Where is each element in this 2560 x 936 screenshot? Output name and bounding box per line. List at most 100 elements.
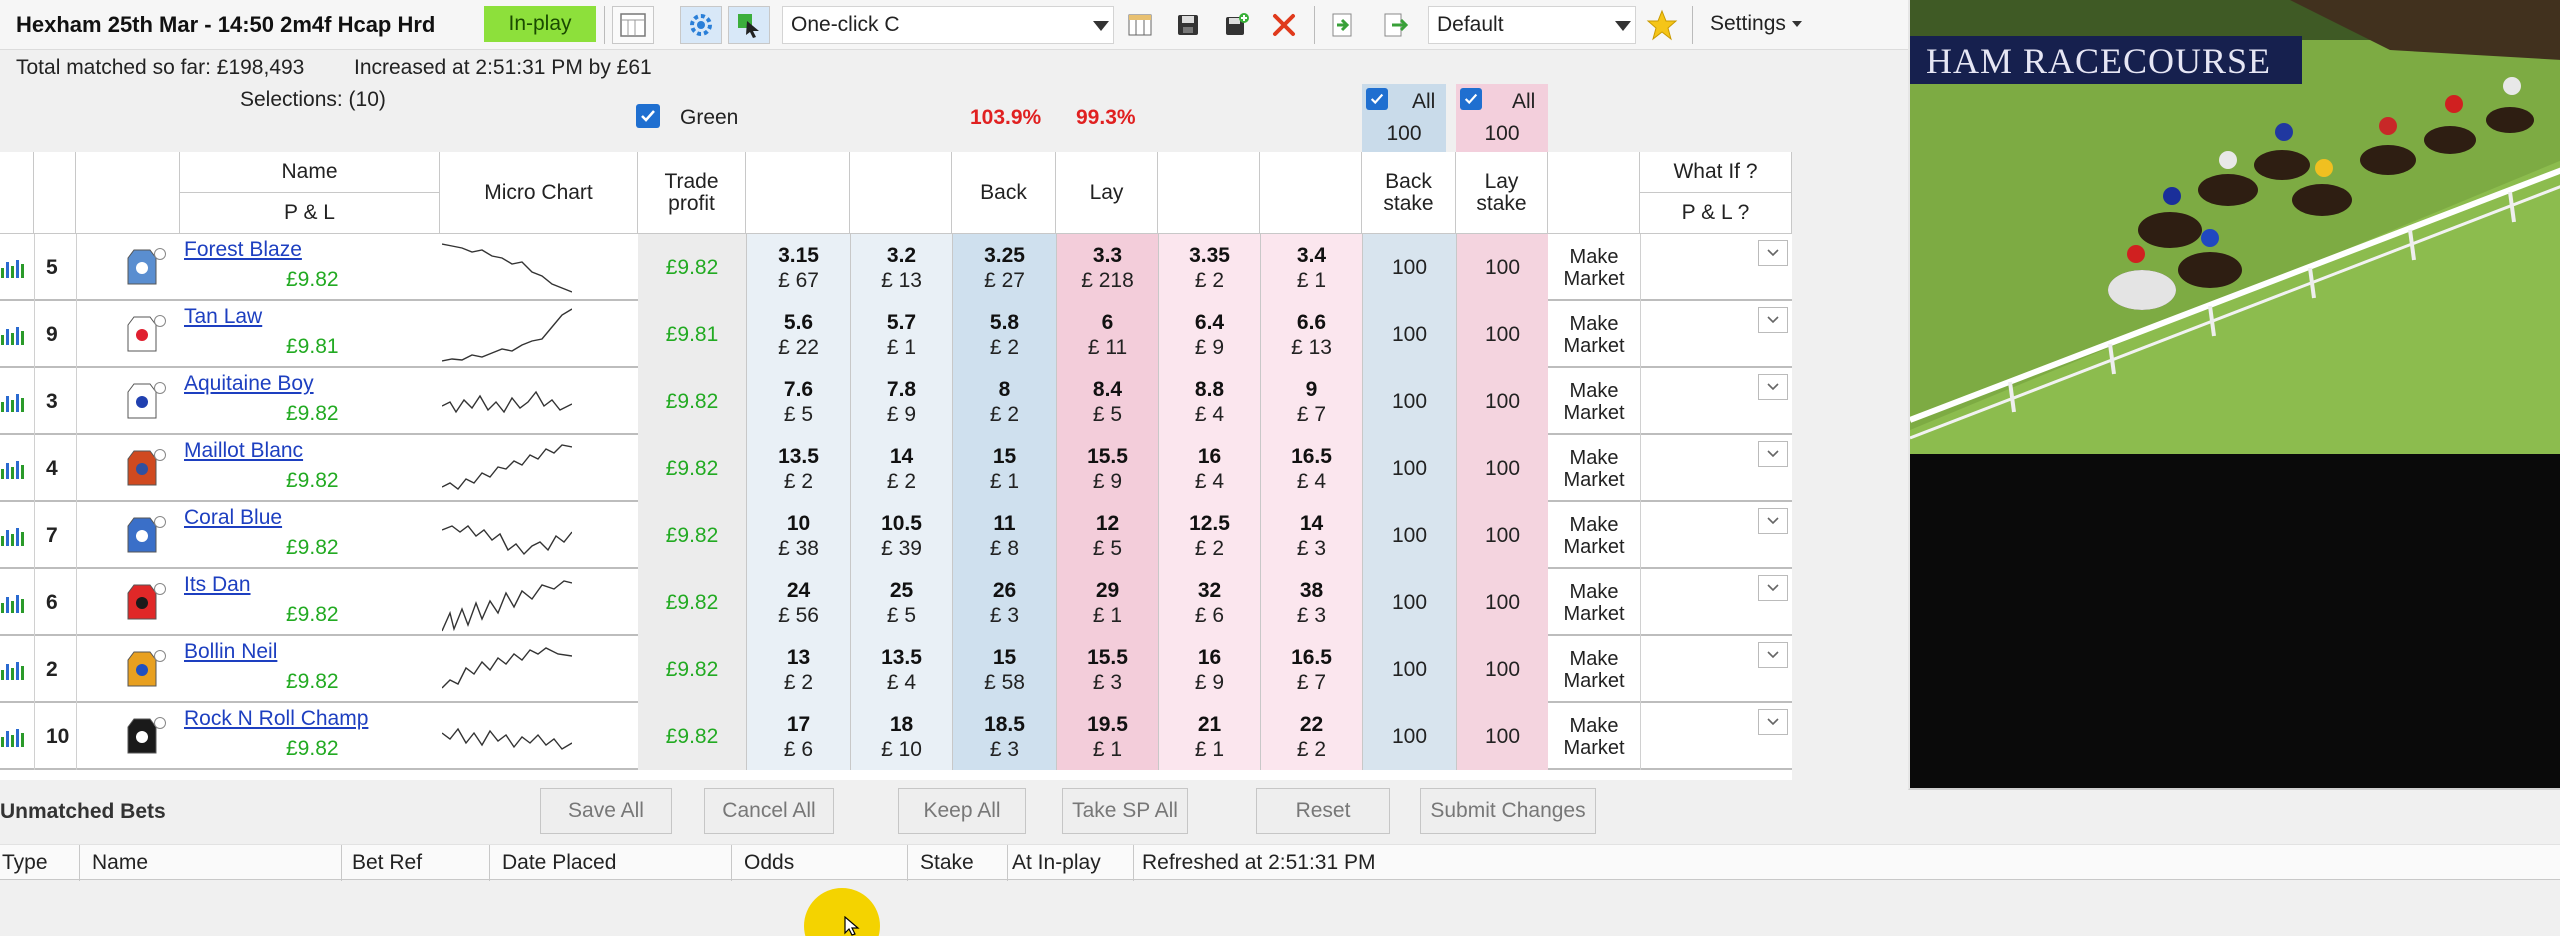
price-cell[interactable]: 10.5 £ 39 bbox=[850, 502, 952, 569]
save-all-button[interactable]: Save All bbox=[540, 788, 672, 834]
header-trade-profit[interactable]: Trade profit bbox=[638, 152, 746, 234]
price-cell[interactable]: 26 £ 3 bbox=[952, 569, 1056, 636]
all-back-checkbox[interactable] bbox=[1366, 88, 1388, 110]
back-stake-input[interactable]: 100 bbox=[1362, 569, 1456, 636]
layout-select[interactable]: Default bbox=[1428, 6, 1636, 44]
price-cell[interactable]: 15 £ 1 bbox=[952, 435, 1056, 502]
trade-profit[interactable]: £9.82 bbox=[638, 636, 746, 703]
all-back-value[interactable]: 100 bbox=[1362, 122, 1446, 146]
price-cell[interactable]: 3.35 £ 2 bbox=[1158, 234, 1260, 301]
oneclick-select[interactable]: One-click C bbox=[782, 6, 1114, 44]
lay-stake-input[interactable]: 100 bbox=[1456, 301, 1548, 368]
price-cell[interactable]: 15.5 £ 9 bbox=[1056, 435, 1158, 502]
lay-stake-input[interactable]: 100 bbox=[1456, 636, 1548, 703]
price-cell[interactable]: 10 £ 38 bbox=[746, 502, 850, 569]
trade-profit[interactable]: £9.82 bbox=[638, 502, 746, 569]
ub-col-bet-ref[interactable]: Bet Ref bbox=[350, 845, 490, 881]
price-cell[interactable]: 19.5 £ 1 bbox=[1056, 703, 1158, 770]
ub-col-at-inplay[interactable]: At In-play bbox=[1010, 845, 1134, 881]
trade-profit[interactable]: £9.82 bbox=[638, 569, 746, 636]
price-cell[interactable]: 5.7 £ 1 bbox=[850, 301, 952, 368]
make-market-button[interactable]: Make Market bbox=[1548, 502, 1640, 569]
price-cell[interactable]: 12 £ 5 bbox=[1056, 502, 1158, 569]
runner-row[interactable]: 10 Rock N Roll Champ £9.82 £9.82 17 £ 6 18 £ 10… bbox=[0, 703, 1792, 770]
lay-stake-input[interactable]: 100 bbox=[1456, 703, 1548, 770]
runner-row[interactable]: 5 Forest Blaze £9.82 £9.82 3.15 £ 67 3.2 £ 13 3.… bbox=[0, 234, 1792, 301]
make-market-button[interactable]: Make Market bbox=[1548, 301, 1640, 368]
price-cell[interactable]: 38 £ 3 bbox=[1260, 569, 1362, 636]
bars-chart-icon[interactable] bbox=[0, 656, 26, 682]
price-cell[interactable]: 3.3 £ 218 bbox=[1056, 234, 1158, 301]
price-cell[interactable]: 6.4 £ 9 bbox=[1158, 301, 1260, 368]
trade-profit[interactable]: £9.81 bbox=[638, 301, 746, 368]
price-cell[interactable]: 12.5 £ 2 bbox=[1158, 502, 1260, 569]
price-cell[interactable]: 3.2 £ 13 bbox=[850, 234, 952, 301]
ub-col-stake[interactable]: Stake bbox=[918, 845, 1008, 881]
ub-col-odds[interactable]: Odds bbox=[742, 845, 908, 881]
green-checkbox[interactable] bbox=[636, 104, 660, 128]
columns-button[interactable] bbox=[1122, 6, 1158, 44]
price-cell[interactable]: 16.5 £ 4 bbox=[1260, 435, 1362, 502]
price-cell[interactable]: 29 £ 1 bbox=[1056, 569, 1158, 636]
price-cell[interactable]: 22 £ 2 bbox=[1260, 703, 1362, 770]
price-cell[interactable]: 14 £ 2 bbox=[850, 435, 952, 502]
lay-stake-input[interactable]: 100 bbox=[1456, 435, 1548, 502]
what-if-dropdown[interactable] bbox=[1758, 240, 1788, 266]
price-cell[interactable]: 16 £ 4 bbox=[1158, 435, 1260, 502]
runner-name-link[interactable]: Aquitaine Boy bbox=[184, 372, 314, 396]
ub-col-date-placed[interactable]: Date Placed bbox=[500, 845, 732, 881]
runner-name-link[interactable]: Coral Blue bbox=[184, 506, 282, 530]
save-new-button[interactable] bbox=[1218, 6, 1254, 44]
price-cell[interactable]: 7.8 £ 9 bbox=[850, 368, 952, 435]
header-what-if[interactable]: What If ? bbox=[1640, 152, 1792, 193]
what-if-dropdown[interactable] bbox=[1758, 508, 1788, 534]
grid-view-button[interactable] bbox=[612, 6, 654, 44]
all-lay-value[interactable]: 100 bbox=[1456, 122, 1548, 146]
header-name[interactable]: Name bbox=[180, 152, 440, 193]
runner-row[interactable]: 2 Bollin Neil £9.82 £9.82 13 £ 2 13.5 £ 4 15 £ 58… bbox=[0, 636, 1792, 703]
save-button[interactable] bbox=[1170, 6, 1206, 44]
price-cell[interactable]: 5.6 £ 22 bbox=[746, 301, 850, 368]
price-cell[interactable]: 7.6 £ 5 bbox=[746, 368, 850, 435]
settings-menu[interactable]: Settings bbox=[1710, 12, 1802, 36]
price-cell[interactable]: 21 £ 1 bbox=[1158, 703, 1260, 770]
runner-name-link[interactable]: Rock N Roll Champ bbox=[184, 707, 368, 731]
price-cell[interactable]: 5.8 £ 2 bbox=[952, 301, 1056, 368]
keep-all-button[interactable]: Keep All bbox=[898, 788, 1026, 834]
bars-chart-icon[interactable] bbox=[0, 455, 26, 481]
make-market-button[interactable]: Make Market bbox=[1548, 435, 1640, 502]
price-cell[interactable]: 15 £ 58 bbox=[952, 636, 1056, 703]
what-if-dropdown[interactable] bbox=[1758, 441, 1788, 467]
back-stake-input[interactable]: 100 bbox=[1362, 502, 1456, 569]
ub-col-name[interactable]: Name bbox=[90, 845, 342, 881]
price-cell[interactable]: 32 £ 6 bbox=[1158, 569, 1260, 636]
runner-name-link[interactable]: Bollin Neil bbox=[184, 640, 277, 664]
what-if-dropdown[interactable] bbox=[1758, 709, 1788, 735]
runner-row[interactable]: 9 Tan Law £9.81 £9.81 5.6 £ 22 5.7 £ 1 5.8 £ 2 6 £ … bbox=[0, 301, 1792, 368]
settings-gear-button[interactable] bbox=[680, 6, 722, 44]
what-if-dropdown[interactable] bbox=[1758, 307, 1788, 333]
runner-row[interactable]: 7 Coral Blue £9.82 £9.82 10 £ 38 10.5 £ 39 11 £ 8… bbox=[0, 502, 1792, 569]
price-cell[interactable]: 3.15 £ 67 bbox=[746, 234, 850, 301]
runner-row[interactable]: 6 Its Dan £9.82 £9.82 24 £ 56 25 £ 5 26 £ 3 29 £ 13… bbox=[0, 569, 1792, 636]
bars-chart-icon[interactable] bbox=[0, 522, 26, 548]
reset-button[interactable]: Reset bbox=[1256, 788, 1390, 834]
export-button[interactable] bbox=[1378, 6, 1414, 44]
submit-changes-button[interactable]: Submit Changes bbox=[1420, 788, 1596, 834]
bars-chart-icon[interactable] bbox=[0, 589, 26, 615]
price-cell[interactable]: 9 £ 7 bbox=[1260, 368, 1362, 435]
price-cell[interactable]: 16.5 £ 7 bbox=[1260, 636, 1362, 703]
favourite-button[interactable] bbox=[1644, 6, 1680, 44]
price-cell[interactable]: 8 £ 2 bbox=[952, 368, 1056, 435]
price-cell[interactable]: 11 £ 8 bbox=[952, 502, 1056, 569]
price-cell[interactable]: 8.8 £ 4 bbox=[1158, 368, 1260, 435]
price-cell[interactable]: 3.25 £ 27 bbox=[952, 234, 1056, 301]
price-cell[interactable]: 18 £ 10 bbox=[850, 703, 952, 770]
what-if-dropdown[interactable] bbox=[1758, 575, 1788, 601]
bars-chart-icon[interactable] bbox=[0, 723, 26, 749]
runner-row[interactable]: 4 Maillot Blanc £9.82 £9.82 13.5 £ 2 14 £ 2 15 £ … bbox=[0, 435, 1792, 502]
lay-stake-input[interactable]: 100 bbox=[1456, 502, 1548, 569]
back-stake-input[interactable]: 100 bbox=[1362, 368, 1456, 435]
price-cell[interactable]: 16 £ 9 bbox=[1158, 636, 1260, 703]
import-button[interactable] bbox=[1324, 6, 1360, 44]
